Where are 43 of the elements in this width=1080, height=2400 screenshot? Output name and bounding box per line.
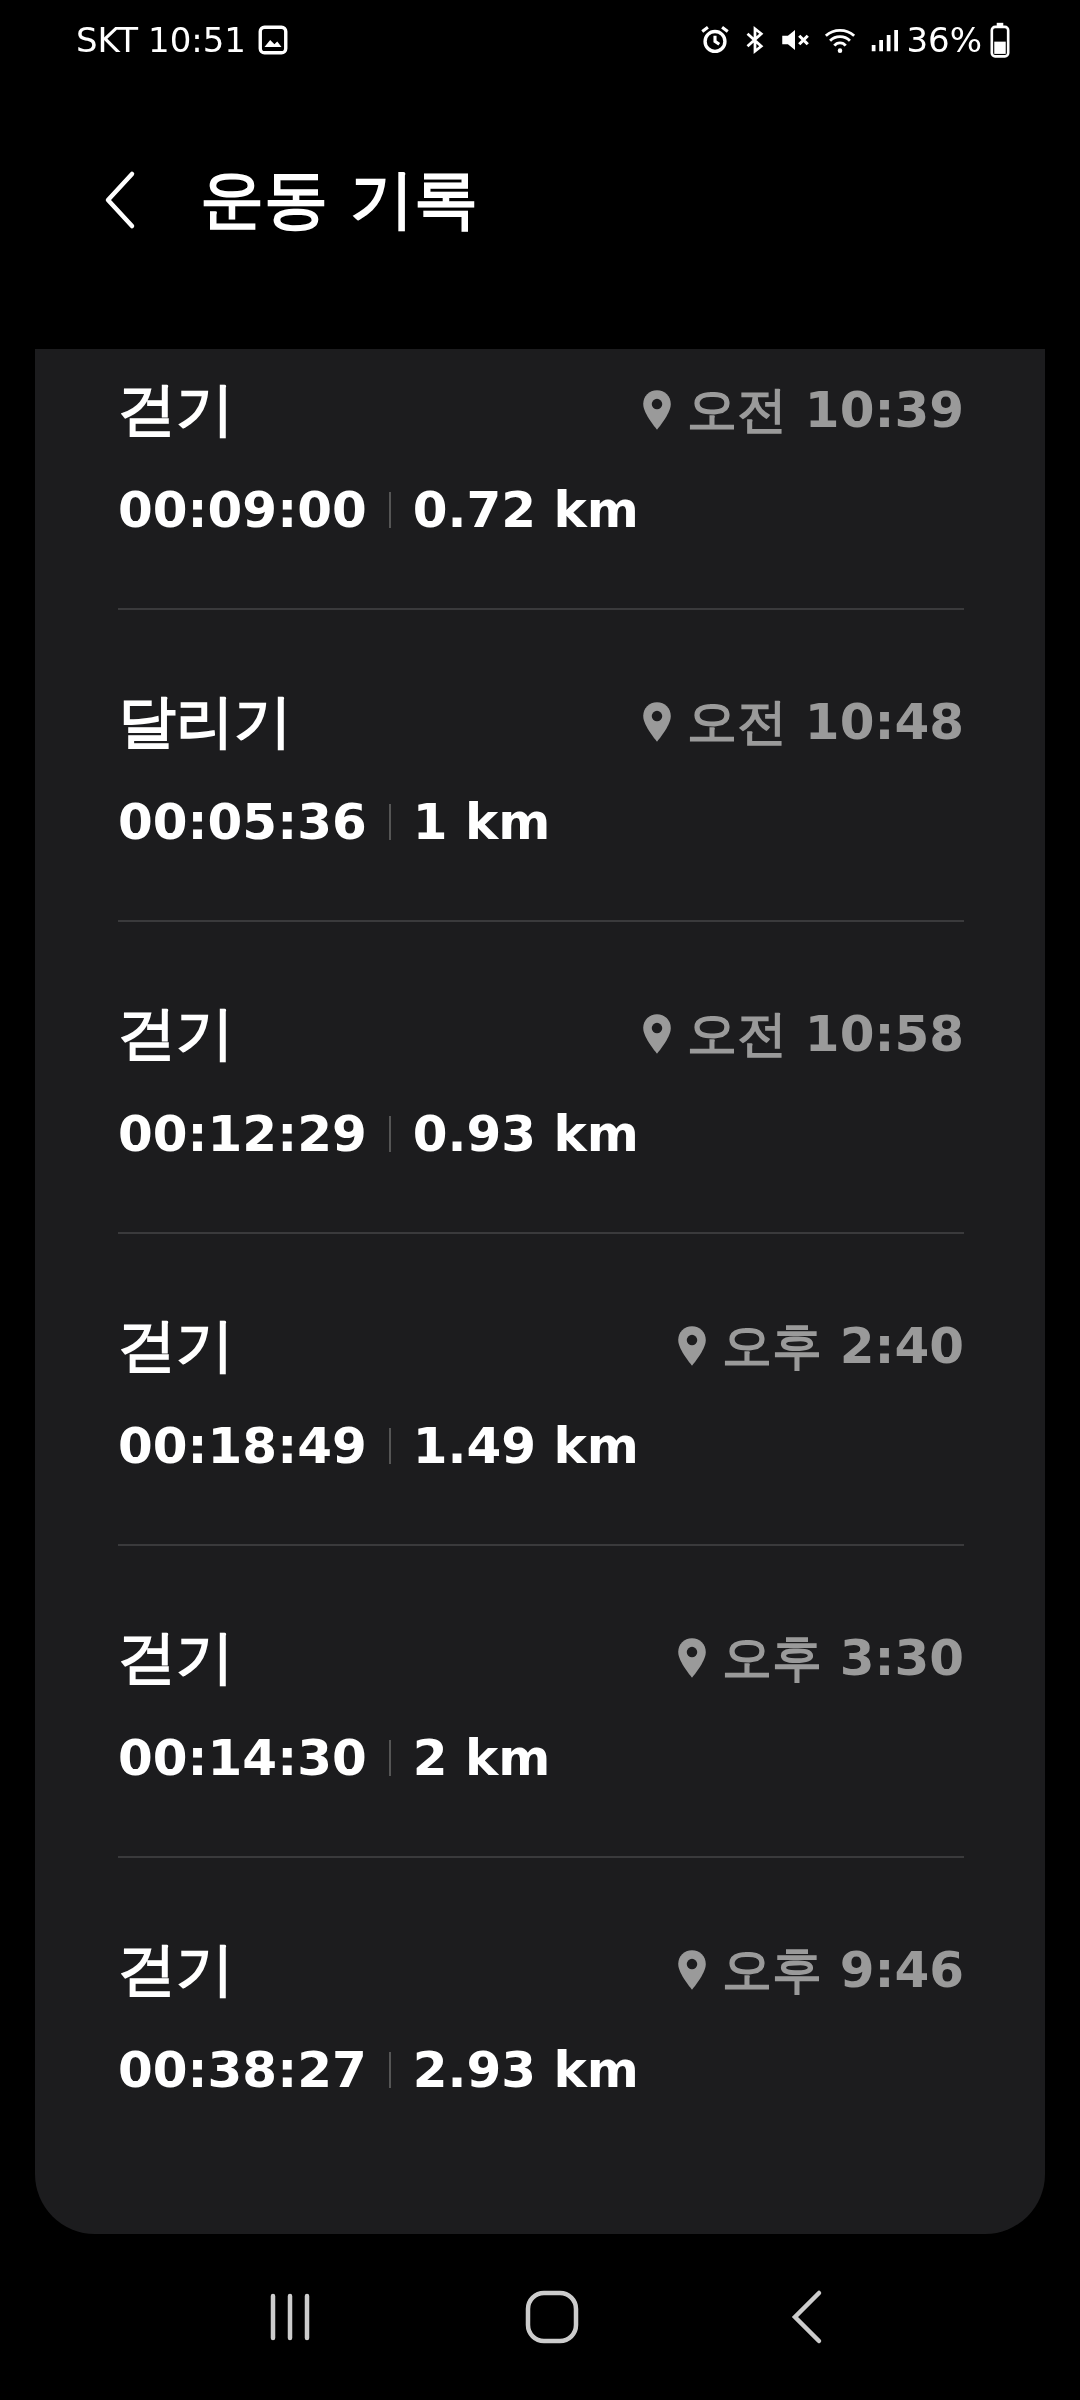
- battery-icon: [990, 22, 1010, 58]
- distance: 2 km: [412, 1729, 551, 1787]
- location-pin-icon: [641, 1013, 674, 1055]
- activity-name: 걷기: [118, 1934, 234, 2005]
- record-item[interactable]: 걷기 오후 2:40 00:18:49 1.49 km: [118, 1234, 964, 1546]
- duration: 00:18:49: [118, 1417, 367, 1475]
- record-item[interactable]: 걷기 오후 3:30 00:14:30 2 km: [118, 1546, 964, 1858]
- record-time: 오전 10:48: [687, 691, 964, 753]
- distance: 0.72 km: [412, 481, 639, 539]
- record-time: 오후 2:40: [722, 1315, 964, 1377]
- duration: 00:05:36: [118, 793, 367, 851]
- activity-name: 걷기: [118, 1310, 234, 1381]
- record-time: 오전 10:58: [687, 1003, 964, 1065]
- carrier: SKT: [76, 20, 138, 60]
- record-time: 오후 9:46: [722, 1939, 964, 2001]
- page-title: 운동 기록: [200, 161, 479, 238]
- distance: 1 km: [412, 793, 551, 851]
- location-pin-icon: [641, 389, 674, 431]
- distance: 0.93 km: [412, 1105, 639, 1163]
- record-time: 오전 10:39: [687, 379, 964, 441]
- activity-name: 달리기: [118, 686, 292, 757]
- record-time: 오후 3:30: [722, 1627, 964, 1689]
- duration: 00:38:27: [118, 2041, 367, 2099]
- battery-percent: 36%: [906, 20, 982, 60]
- activity-name: 걷기: [118, 374, 234, 445]
- location-pin-icon: [676, 1637, 709, 1679]
- record-item[interactable]: 걷기 오전 10:39 00:09:00 0.72 km: [118, 349, 964, 610]
- duration: 00:12:29: [118, 1105, 367, 1163]
- clock: 10:51: [148, 20, 246, 60]
- location-pin-icon: [676, 1949, 709, 1991]
- activity-name: 걷기: [118, 998, 234, 1069]
- gallery-icon: [256, 23, 290, 57]
- record-item[interactable]: 걷기 오후 9:46 00:38:27 2.93 km: [118, 1858, 964, 2170]
- location-pin-icon: [641, 701, 674, 743]
- home-icon[interactable]: [524, 2289, 580, 2345]
- distance: 1.49 km: [412, 1417, 639, 1475]
- duration: 00:09:00: [118, 481, 367, 539]
- record-item[interactable]: 달리기 오전 10:48 00:05:36 1 km: [118, 610, 964, 922]
- distance: 2.93 km: [412, 2041, 639, 2099]
- location-pin-icon: [676, 1325, 709, 1367]
- activity-name: 걷기: [118, 1622, 234, 1693]
- duration: 00:14:30: [118, 1729, 367, 1787]
- record-item[interactable]: 걷기 오전 10:58 00:12:29 0.93 km: [118, 922, 964, 1234]
